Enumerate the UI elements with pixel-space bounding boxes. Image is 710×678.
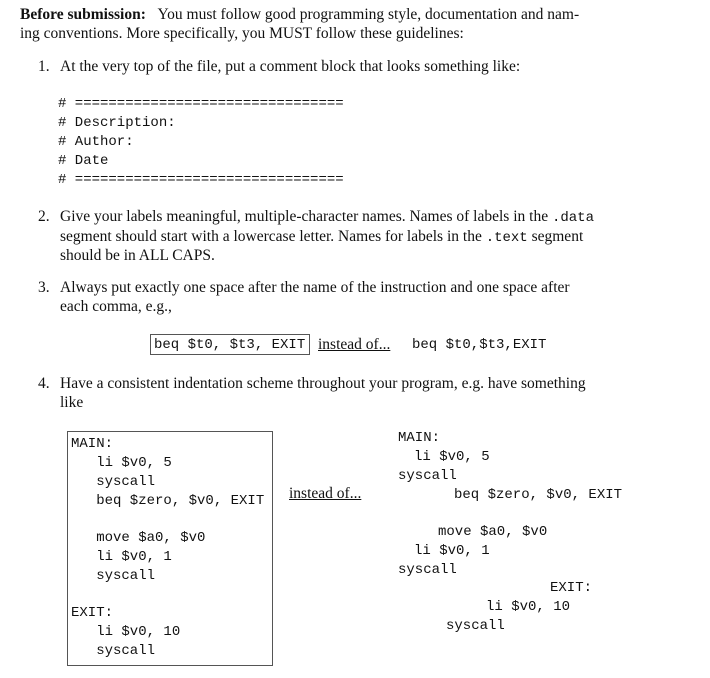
intro-bold-label: Before submission: [20, 6, 146, 23]
code-line: move $a0, $v0 [71, 530, 206, 546]
comment-block-line: # ================================ [58, 172, 344, 188]
instead-of-label: instead of... [318, 336, 391, 353]
item-3-line-2: each comma, e.g., [60, 298, 172, 315]
data-segment-code: .data [551, 210, 594, 226]
item-3-number: 3. [38, 279, 50, 296]
bad-code-line: beq $zero, $v0, EXIT [454, 487, 623, 503]
bad-code-line: MAIN: [398, 430, 441, 446]
bad-code-line: syscall [398, 562, 457, 578]
comment-block-line: # ================================ [58, 96, 344, 112]
item-2-line-3: should be in ALL CAPS. [60, 247, 215, 264]
comment-block-line: # Author: [58, 134, 134, 150]
code-line: syscall [71, 643, 156, 659]
item-2-text: Give your labels meaningful, multiple-ch… [60, 208, 552, 225]
code-line: li $v0, 1 [71, 549, 172, 565]
bad-code-line: move $a0, $v0 [438, 524, 548, 540]
item-2-line-2: segment should start with a lowercase le… [60, 228, 583, 246]
comment-block-line: # Description: [58, 115, 176, 131]
code-line: beq $zero, $v0, EXIT [71, 493, 265, 509]
item-4-number: 4. [38, 375, 50, 392]
item-1-text: At the very top of the file, put a comme… [60, 58, 521, 75]
intro-line-1: Before submission: You must follow good … [20, 6, 579, 24]
item-2-text: segment should start with a lowercase le… [60, 228, 486, 245]
text-segment-code: .text [485, 230, 528, 246]
bad-code-line: syscall [398, 468, 457, 484]
bad-code-line: li $v0, 10 [486, 599, 571, 615]
good-indentation-code-block: MAIN: li $v0, 5 syscall beq $zero, $v0, … [67, 431, 273, 666]
bad-code-line: EXIT: [550, 580, 593, 596]
code-line: li $v0, 5 [71, 455, 172, 471]
item-2-number: 2. [38, 208, 50, 225]
code-line: MAIN: [71, 436, 114, 452]
code-line: li $v0, 10 [71, 624, 181, 640]
item-1-number: 1. [38, 58, 50, 75]
item-2-line-1: Give your labels meaningful, multiple-ch… [60, 208, 594, 226]
instead-of-label: instead of... [289, 485, 362, 502]
code-line: syscall [71, 568, 156, 584]
bad-code-line: li $v0, 5 [414, 449, 490, 465]
bad-code-line: li $v0, 1 [414, 543, 490, 559]
bad-code-line: syscall [446, 618, 505, 634]
item-2-text: segment [527, 228, 584, 245]
intro-line-2: ing conventions. More specifically, you … [20, 25, 464, 42]
good-spacing-example: beq $t0, $t3, EXIT [150, 334, 311, 355]
item-4-line-2: like [60, 394, 84, 411]
intro-text: You must follow good programming style, … [157, 6, 580, 23]
comment-block-line: # Date [58, 153, 109, 169]
code-line: EXIT: [71, 605, 114, 621]
bad-spacing-example: beq $t0,$t3,EXIT [412, 337, 547, 353]
code-line: syscall [71, 474, 156, 490]
item-3-line-1: Always put exactly one space after the n… [60, 279, 570, 296]
item-4-line-1: Have a consistent indentation scheme thr… [60, 375, 586, 392]
